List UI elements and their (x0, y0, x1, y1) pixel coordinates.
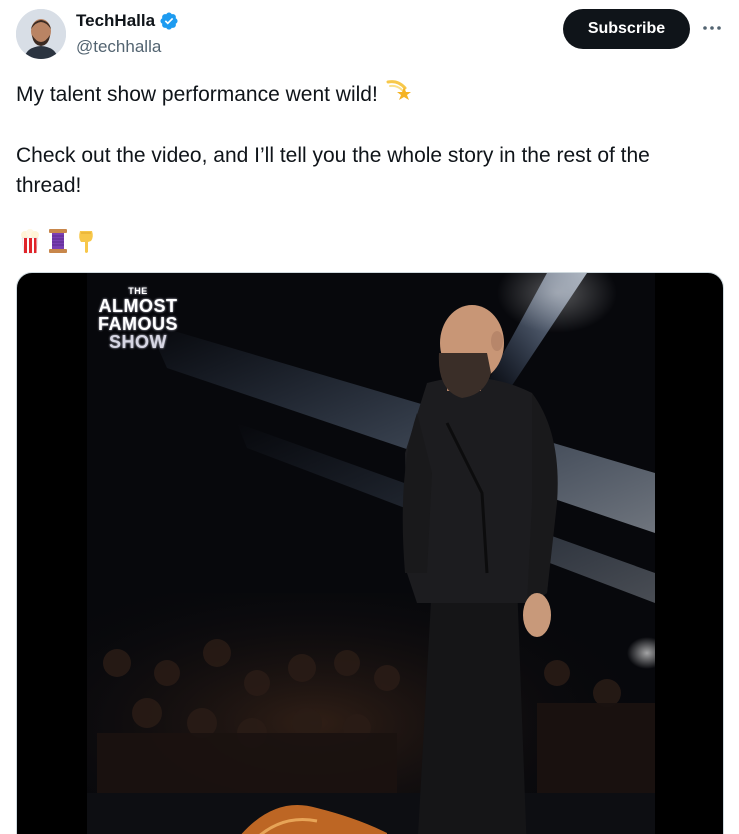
popcorn-emoji (18, 228, 44, 254)
author-handle[interactable]: @techhalla (76, 37, 161, 57)
video-frame[interactable]: THE ALMOST FAMOUS SHOW (87, 273, 655, 834)
show-logo-line-2: ALMOST (98, 296, 178, 316)
emoji-row (18, 228, 100, 254)
subscribe-button[interactable]: Subscribe (563, 9, 690, 49)
tweet-line-1: My talent show performance went wild! (16, 82, 378, 106)
pointing-down-emoji (74, 228, 100, 254)
author-name-row[interactable]: TechHalla (76, 11, 179, 31)
avatar-image (16, 9, 66, 59)
shooting-star-emoji (386, 78, 412, 111)
display-name[interactable]: TechHalla (76, 11, 155, 31)
tweet-line-2: Check out the video, and I’ll tell you t… (16, 144, 650, 197)
show-logo-line-3: FAMOUS (97, 314, 178, 334)
show-logo-line-4: SHOW (109, 332, 167, 352)
tweet-text: My talent show performance went wild! Ch… (16, 78, 716, 201)
video-still-image (87, 273, 655, 834)
verified-badge-icon (159, 11, 179, 31)
tweet: TechHalla @techhalla Subscribe My talent… (0, 0, 739, 834)
thread-spool-emoji (46, 228, 72, 254)
show-logo: THE ALMOST FAMOUS SHOW (93, 285, 183, 351)
avatar[interactable] (16, 9, 66, 59)
video-media[interactable]: THE ALMOST FAMOUS SHOW (16, 272, 724, 834)
more-horizontal-icon[interactable] (700, 16, 724, 40)
